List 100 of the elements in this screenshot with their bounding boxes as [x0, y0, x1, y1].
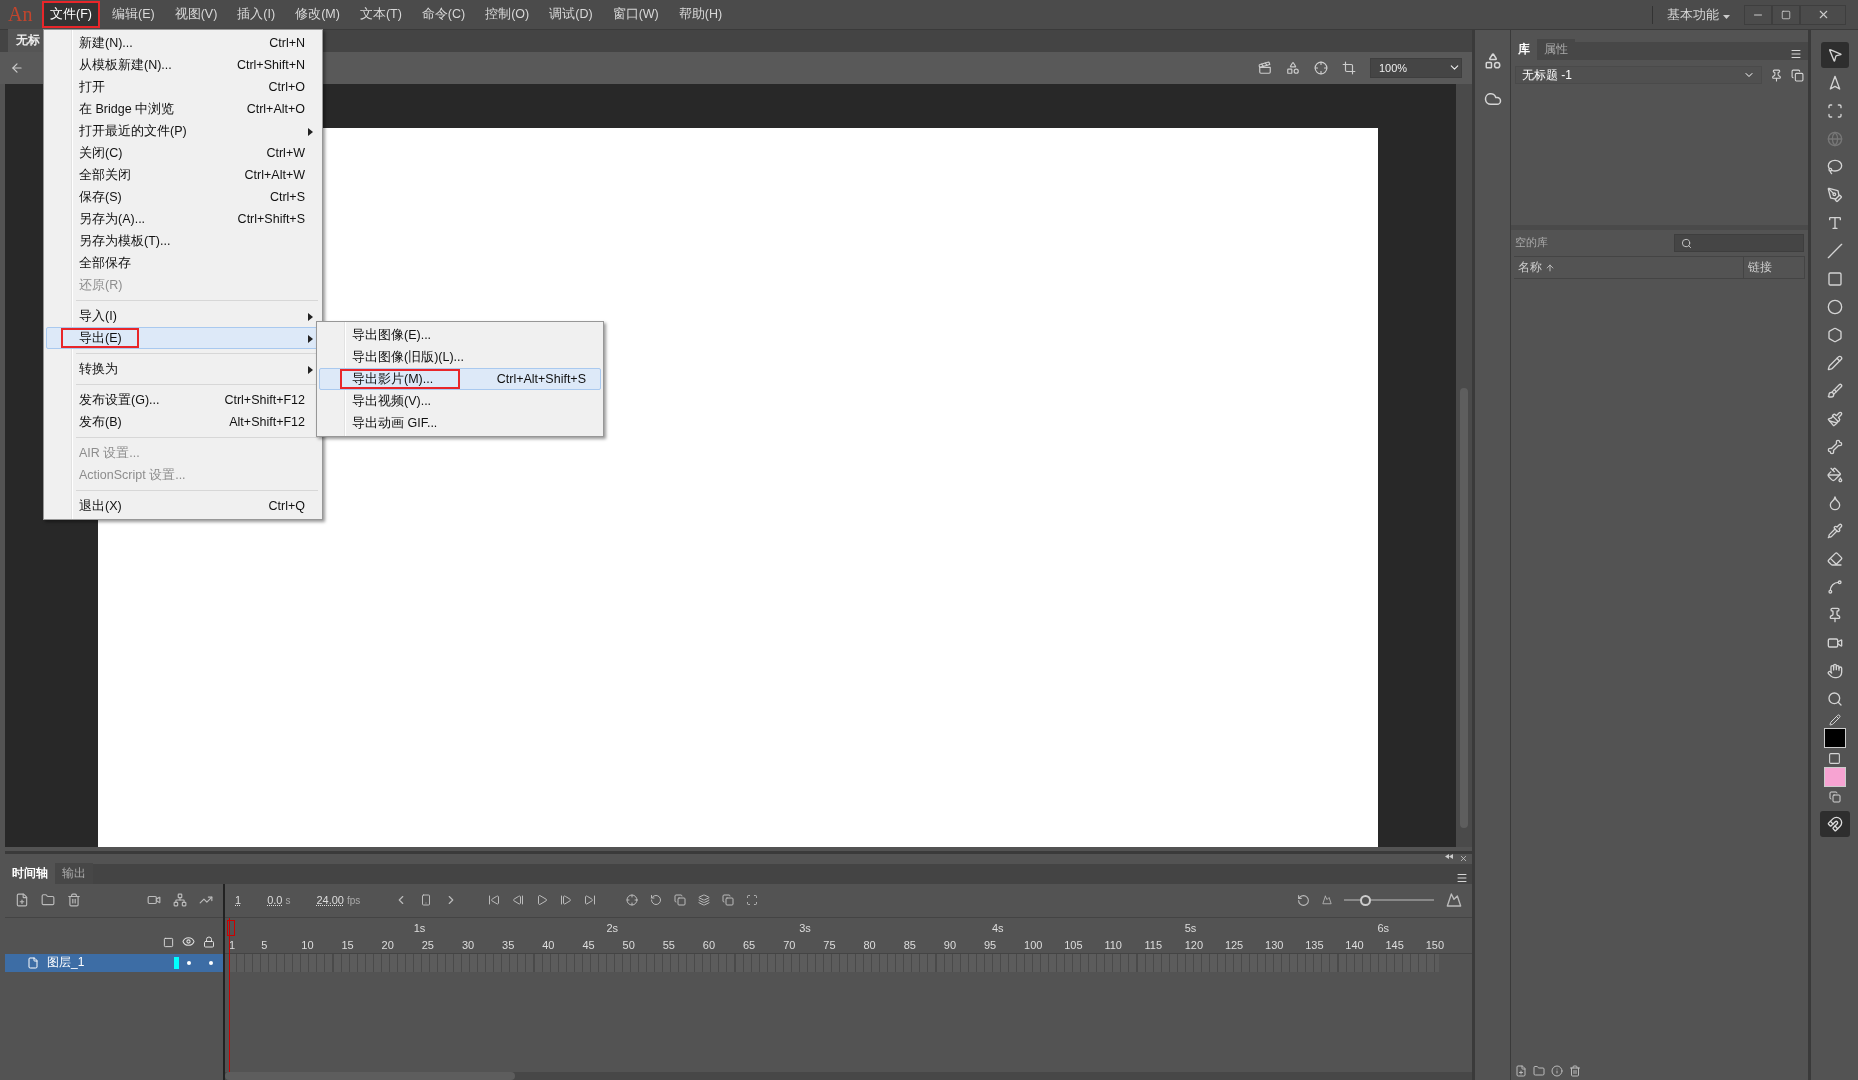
column-header[interactable]: 名称: [1514, 257, 1744, 278]
folder-icon[interactable]: [41, 893, 55, 908]
menu-item[interactable]: 全部保存: [46, 252, 320, 274]
vertical-scrollbar[interactable]: [1456, 83, 1472, 847]
menu-item[interactable]: 退出(X) Ctrl+Q: [46, 495, 320, 517]
minimize-button[interactable]: [1744, 4, 1772, 25]
shapes-icon[interactable]: [1286, 60, 1300, 75]
folder-icon[interactable]: [1533, 1065, 1545, 1077]
trash-icon[interactable]: [67, 893, 81, 908]
menu-title[interactable]: 命令(C): [413, 1, 474, 28]
menu-title[interactable]: 插入(I): [229, 1, 284, 28]
menu-icon[interactable]: [1456, 871, 1468, 884]
pin-icon[interactable]: [1770, 68, 1783, 82]
loop-icon[interactable]: [1297, 893, 1310, 907]
menu-item[interactable]: 另存为模板(T)...: [46, 230, 320, 252]
new-symbol-icon[interactable]: [1515, 1065, 1527, 1077]
frame-label: 120: [1184, 938, 1204, 951]
menu-item[interactable]: 导出动画 GIF...: [319, 412, 601, 434]
hierarchy-icon[interactable]: [173, 893, 187, 908]
frame-label: 70: [783, 938, 796, 951]
menu-item[interactable]: 关闭(C) Ctrl+W: [46, 142, 320, 164]
maximize-icon[interactable]: [1781, 9, 1791, 20]
menu-title[interactable]: 视图(V): [166, 1, 226, 28]
time-field[interactable]: 0.0: [267, 894, 283, 907]
menu-title[interactable]: 窗口(W): [604, 1, 667, 28]
menu-item[interactable]: 在 Bridge 中浏览 Ctrl+Alt+O: [46, 98, 320, 120]
menu-item[interactable]: 导出影片(M)... Ctrl+Alt+Shift+S: [319, 368, 601, 390]
stroke-swatch[interactable]: [1823, 728, 1846, 748]
step-forward-icon[interactable]: [560, 894, 573, 907]
menu-item[interactable]: 保存(S) Ctrl+S: [46, 186, 320, 208]
menu-item[interactable]: 打开最近的文件(P): [46, 120, 320, 142]
menu-title[interactable]: 控制(O): [477, 1, 538, 28]
loop-icon[interactable]: [650, 894, 663, 907]
pencil-icon[interactable]: [1828, 714, 1841, 726]
menu-item[interactable]: 全部关闭 Ctrl+Alt+W: [46, 164, 320, 186]
menu-title[interactable]: 文本(T): [351, 1, 410, 28]
menu-item[interactable]: 导出图像(旧版)(L)...: [319, 346, 601, 368]
eye-icon[interactable]: [182, 934, 195, 948]
lock-dot[interactable]: [209, 960, 213, 965]
close-icon[interactable]: [1459, 853, 1468, 863]
menu-item[interactable]: 从模板新建(N)... Ctrl+Shift+N: [46, 54, 320, 76]
frame-number[interactable]: 1: [235, 894, 242, 907]
close-button[interactable]: [1800, 4, 1846, 25]
copy-icon[interactable]: [1791, 68, 1804, 82]
magnet-icon[interactable]: [1819, 811, 1850, 837]
slider-thumb[interactable]: [1359, 894, 1371, 906]
layer-row[interactable]: 图层_1: [5, 953, 223, 972]
mountain-icon[interactable]: [1446, 892, 1462, 909]
fps-field[interactable]: 24.00: [316, 894, 344, 907]
collapse-icon[interactable]: [1445, 853, 1453, 859]
horizontal-scrollbar[interactable]: [225, 1072, 1472, 1080]
last-frame-icon[interactable]: [584, 894, 597, 907]
crop-icon[interactable]: [1342, 60, 1356, 75]
menu-title[interactable]: 调试(D): [541, 1, 601, 28]
menu-item[interactable]: 发布(B) Alt+Shift+F12: [46, 411, 320, 433]
menu-title[interactable]: 修改(M): [287, 1, 348, 28]
column-header[interactable]: 链接: [1744, 257, 1805, 278]
pointer-icon[interactable]: [1820, 42, 1849, 68]
menu-item[interactable]: 导入(I): [46, 305, 320, 327]
step-back-icon[interactable]: [512, 894, 525, 907]
maximize-button[interactable]: [1772, 4, 1800, 25]
search-field[interactable]: [1674, 234, 1804, 252]
menu-icon[interactable]: [1790, 48, 1802, 60]
visibility-dot[interactable]: [187, 960, 191, 965]
menu-item[interactable]: 另存为(A)... Ctrl+Shift+S: [46, 208, 320, 230]
panel-tab[interactable]: 时间轴: [5, 862, 55, 884]
outline-icon[interactable]: [163, 936, 174, 948]
workspace-switcher[interactable]: 基本功能: [1652, 5, 1744, 24]
first-frame-icon[interactable]: [488, 894, 501, 907]
menu-item[interactable]: 导出图像(E)...: [319, 324, 601, 346]
zoom-field[interactable]: 100%: [1370, 57, 1462, 78]
menu-title[interactable]: 文件(F): [42, 1, 100, 28]
time-unit: s: [285, 894, 291, 906]
menu-item[interactable]: 新建(N)... Ctrl+N: [46, 32, 320, 54]
mountain-icon[interactable]: [1322, 895, 1332, 906]
menu-item[interactable]: 打开 Ctrl+O: [46, 76, 320, 98]
crosshair-icon[interactable]: [1314, 60, 1328, 75]
document-dropdown[interactable]: 无标题 -1: [1515, 66, 1762, 84]
fill-swatch[interactable]: [1823, 767, 1846, 787]
seconds-label: 2s: [606, 921, 619, 934]
caret-icon[interactable]: [1723, 14, 1730, 19]
menu-item[interactable]: 发布设置(G)... Ctrl+Shift+F12: [46, 389, 320, 411]
clapperboard-icon[interactable]: [1258, 60, 1272, 75]
frame-label: 65: [743, 938, 756, 951]
phone-icon[interactable]: [420, 894, 433, 907]
frame-label: 150: [1425, 938, 1444, 951]
menu-item[interactable]: 导出视频(V)...: [319, 390, 601, 412]
frame-label: 145: [1385, 938, 1404, 951]
panel-tab[interactable]: 库: [1511, 39, 1537, 60]
cloud-icon[interactable]: [1483, 90, 1502, 108]
new-layer-icon[interactable]: [15, 893, 29, 908]
lock-icon[interactable]: [203, 935, 215, 948]
submenu-arrow-icon: [308, 313, 313, 321]
frame-label: 95: [983, 938, 997, 951]
info-icon[interactable]: [1551, 1065, 1563, 1077]
menu-item[interactable]: 转换为: [46, 358, 320, 380]
menu-title[interactable]: 编辑(E): [103, 1, 163, 28]
play-icon[interactable]: [536, 894, 549, 907]
trash-icon[interactable]: [1569, 1065, 1581, 1077]
menu-title[interactable]: 帮助(H): [670, 1, 731, 28]
